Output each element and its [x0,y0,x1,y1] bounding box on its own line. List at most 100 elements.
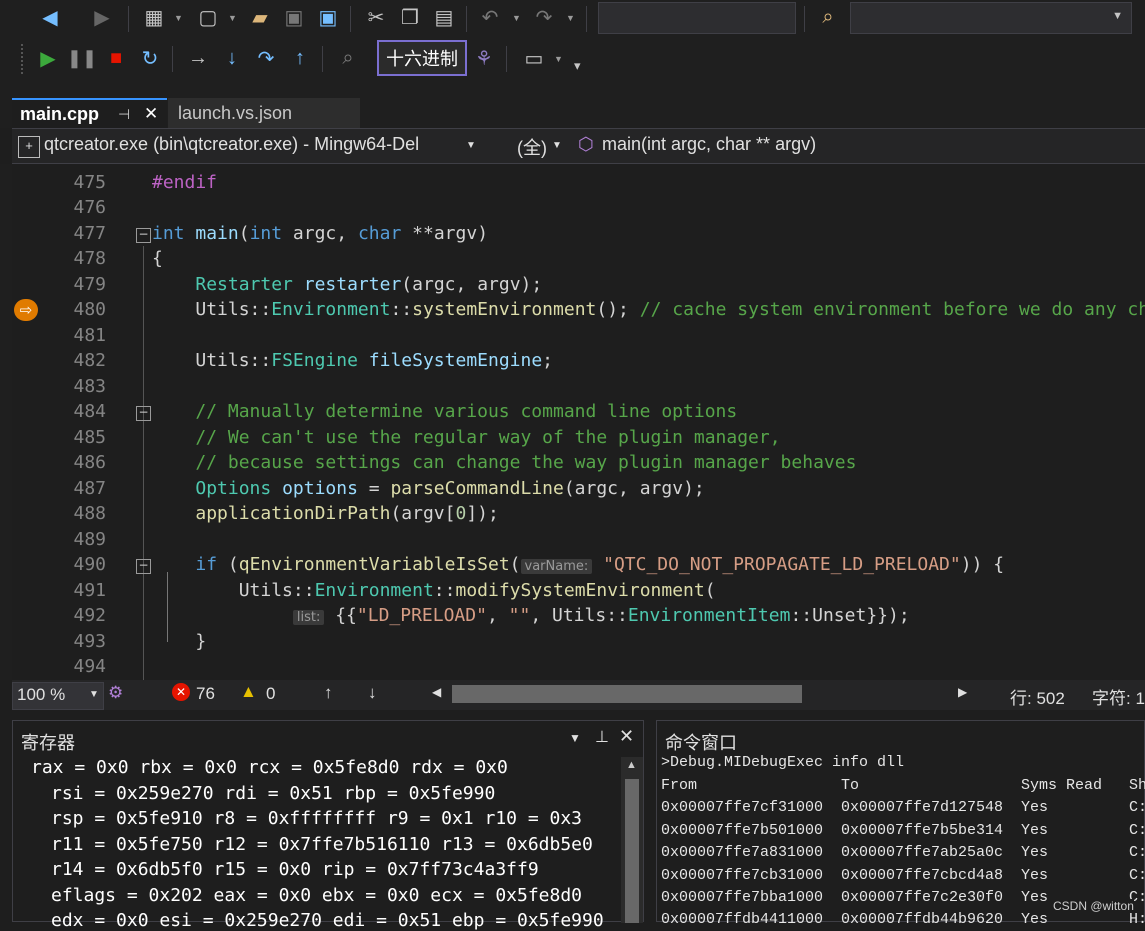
command-input-echo[interactable]: >Debug.MIDebugExec info dll [661,754,904,771]
step-into-icon[interactable]: ↓ [218,44,246,72]
open-folder-icon[interactable]: ▰ [246,3,274,31]
toolbar-overflow-icon[interactable]: ▾ [574,58,581,74]
close-icon[interactable]: ✕ [144,104,158,124]
dll-syms-read: Yes [1021,844,1049,861]
scroll-left-icon[interactable]: ◀ [432,685,441,699]
pause-icon[interactable]: ❚❚ [67,44,97,72]
pin-icon[interactable]: ⊥ [595,727,609,747]
code-editor[interactable]: 475 #endif 476 477− int main(int argc, cha… [12,164,1145,680]
dll-to: 0x00007ffe7c2e30f0 [841,889,1004,906]
line-number: 476 [73,197,106,218]
code-line: // because settings can change the way p… [195,452,857,473]
step-out-icon[interactable]: ↑ [286,44,314,72]
chevron-down-icon[interactable]: ▼ [552,140,562,151]
save-icon[interactable]: ▣ [280,3,308,31]
line-number: 475 [73,172,106,193]
thread-icon[interactable]: ⚘ [470,44,498,72]
chevron-down-icon[interactable]: ▼ [228,13,237,23]
cube-icon: ⬡ [578,134,594,154]
line-number: 490 [73,554,106,575]
line-number: 478 [73,248,106,269]
code-line: applicationDirPath(argv[0]); [195,503,499,524]
line-indicator: 行: 502 [1010,689,1065,708]
scope-selector[interactable]: (全) [517,134,547,160]
error-icon[interactable]: ✕ [172,683,190,701]
code-line: // We can't use the regular way of the p… [195,427,781,448]
forward-icon[interactable]: ▶ [88,3,116,31]
undo-icon[interactable]: ↶ [476,3,504,31]
line-number: 479 [73,274,106,295]
new-file-icon[interactable]: ▢ [194,3,222,31]
scrollbar-thumb[interactable] [625,779,639,923]
dll-to: 0x00007ffe7b5be314 [841,822,1004,839]
vertical-scrollbar[interactable]: ▲ [621,757,643,923]
paste-icon[interactable]: ▤ [430,3,458,31]
error-count[interactable]: 76 [196,684,215,704]
restart-icon[interactable]: ↻ [136,44,164,72]
separator [466,6,467,32]
code-line: Utils::Environment::systemEnvironment();… [195,299,1145,320]
step-over-icon[interactable]: ↷ [252,44,280,72]
chevron-down-icon[interactable]: ▼ [569,731,581,745]
scroll-up-icon[interactable]: ▲ [626,759,637,771]
scroll-right-icon[interactable]: ▶ [958,685,967,699]
collapse-icon[interactable]: − [136,228,151,243]
project-target-selector[interactable]: qtcreator.exe (bin\qtcreator.exe) - Ming… [44,134,464,155]
dll-syms-read: Yes [1021,889,1049,906]
chevron-down-icon[interactable]: ▼ [554,54,563,64]
chevron-down-icon[interactable]: ▼ [466,140,476,151]
warning-count[interactable]: 0 [266,684,275,704]
new-project-icon[interactable]: ▦ [140,3,168,31]
code-line: { [152,248,163,269]
dll-from: 0x00007ffe7bba1000 [661,889,824,906]
registers-panel: 寄存器 ▼ ⊥ ✕ rax = 0x0 rbx = 0x0 rcx = 0x5f… [12,720,644,931]
line-number: 493 [73,631,106,652]
quick-watch-icon[interactable]: ⌕ [334,44,362,72]
find-in-files-icon[interactable]: ⌕ [814,3,842,31]
dll-shared: C: [1129,844,1145,861]
dll-shared: C: [1129,799,1145,816]
code-line: // Manually determine various command li… [195,401,738,422]
line-number: 477 [73,223,106,244]
back-icon[interactable]: ◀ [36,3,64,31]
dll-from: 0x00007ffe7b501000 [661,822,824,839]
register-line: eflags = 0x202 eax = 0x0 ebx = 0x0 ecx =… [51,885,583,906]
chevron-down-icon[interactable]: ▼ [566,13,575,23]
collapse-icon[interactable]: − [136,406,151,421]
solution-config-dropdown[interactable] [598,2,796,34]
save-all-icon[interactable]: ▣ [314,3,342,31]
stop-icon[interactable]: ■ [102,44,130,72]
intellicode-icon[interactable]: ⚙ [108,683,123,703]
previous-issue-icon[interactable]: ↑ [324,683,333,703]
hex-display-toggle[interactable]: 十六进制 [377,40,467,76]
chevron-down-icon[interactable]: ▼ [174,13,183,23]
toolbar-grip[interactable] [21,44,27,74]
dll-to: 0x00007ffe7cbcd4a8 [841,867,1004,884]
chevron-down-icon[interactable]: ▼ [512,13,521,23]
zoom-dropdown[interactable]: 100 % ▼ [12,682,104,710]
continue-icon[interactable]: ▶ [34,44,62,72]
close-icon[interactable]: ✕ [619,726,634,747]
collapse-icon[interactable]: − [136,559,151,574]
separator [172,46,173,72]
function-selector[interactable]: main(int argc, char ** argv) [602,134,816,155]
next-issue-icon[interactable]: ↓ [368,683,377,703]
chevron-down-icon: ▼ [89,689,99,700]
code-line: #endif [152,172,218,193]
redo-icon[interactable]: ↷ [530,3,558,31]
warning-icon[interactable]: ▲ [240,682,257,702]
separator [322,46,323,72]
horizontal-scrollbar-thumb[interactable] [452,685,802,703]
separator [128,6,129,32]
line-number: 487 [73,478,106,499]
window-layout-icon[interactable]: ▭ [520,44,548,72]
show-next-statement-icon[interactable]: → [184,44,212,72]
copy-icon[interactable]: ❐ [396,3,424,31]
tab-main-cpp[interactable]: main.cpp ⊣ ✕ [12,98,167,128]
tab-launch-vs-json[interactable]: launch.vs.json [168,98,360,128]
dll-from: 0x00007ffe7a831000 [661,844,824,861]
cut-icon[interactable]: ✂ [362,3,390,31]
project-icon: + [18,136,40,158]
find-dropdown[interactable]: ▼ [850,2,1132,34]
pin-icon[interactable]: ⊣ [118,106,130,123]
